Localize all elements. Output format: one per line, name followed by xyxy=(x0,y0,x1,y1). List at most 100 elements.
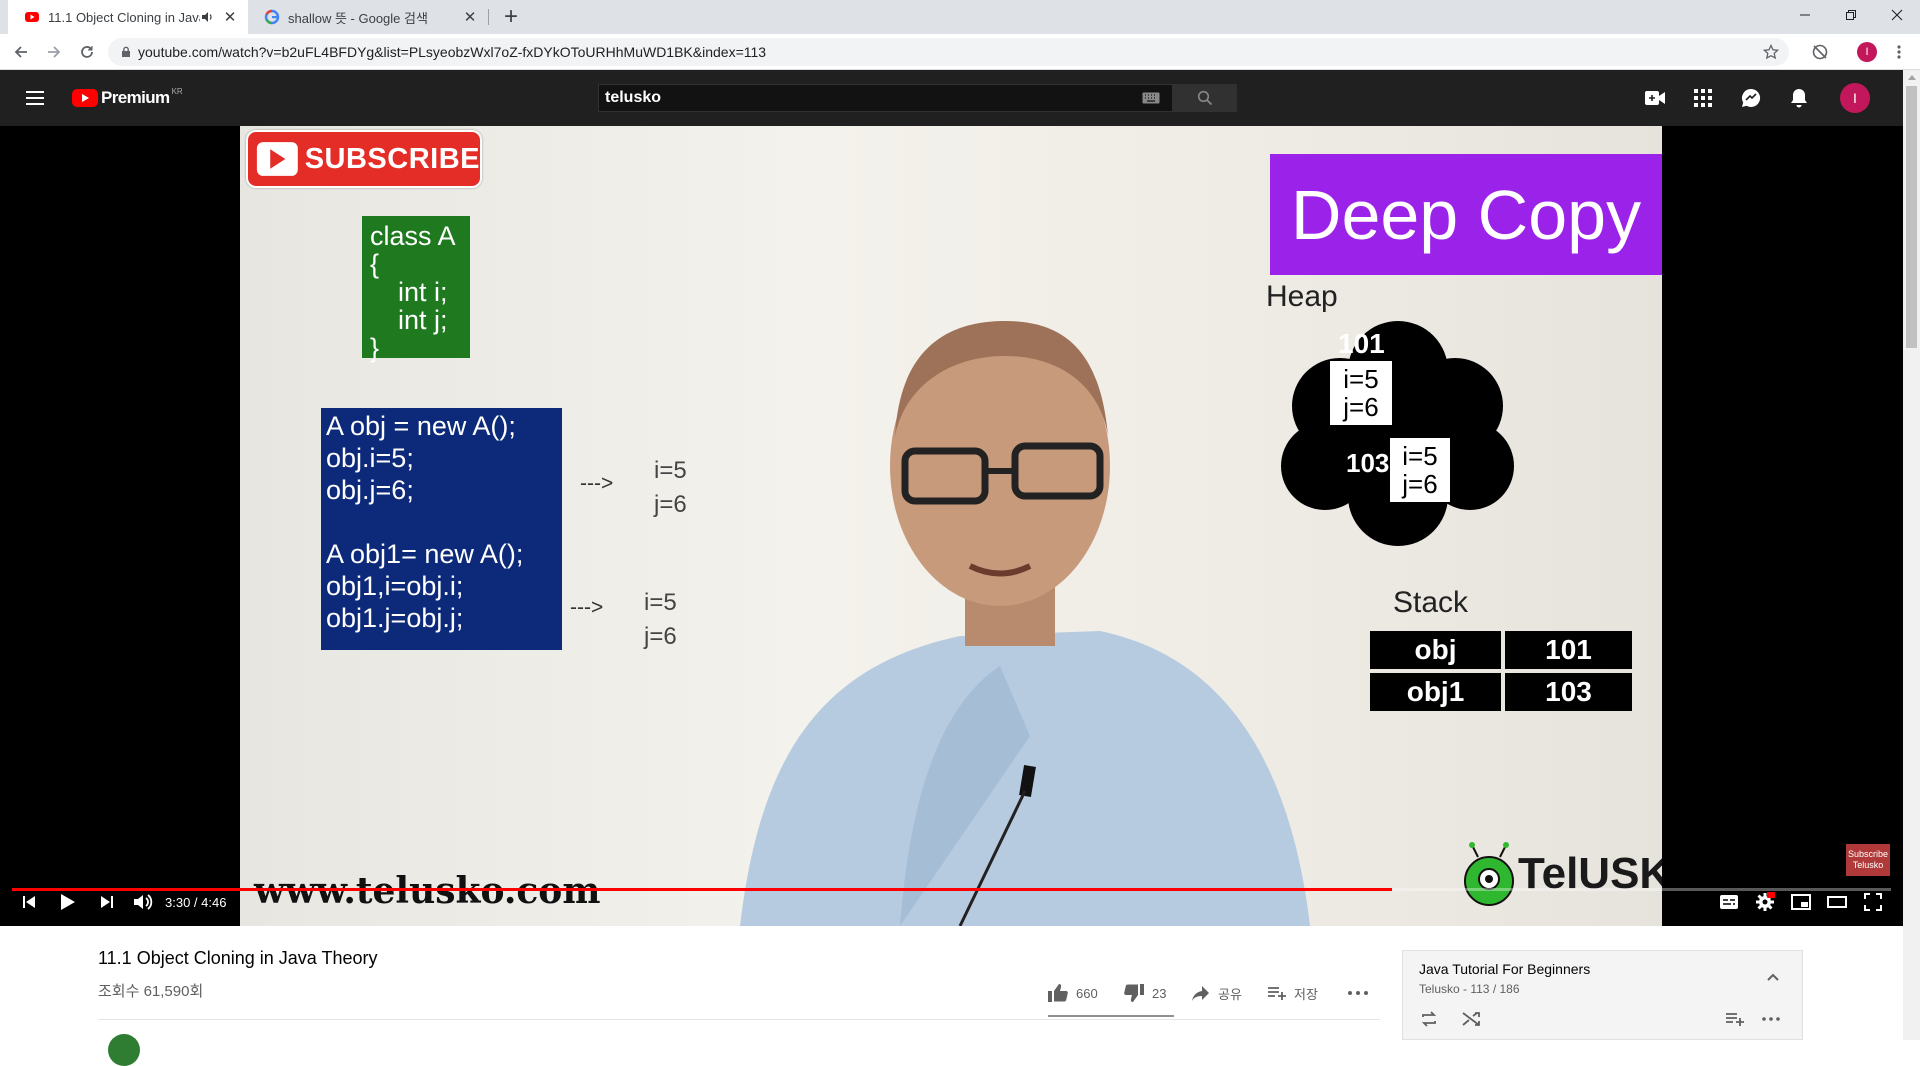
play-button[interactable] xyxy=(52,878,84,926)
heap-address-101: 101 xyxy=(1338,328,1385,359)
save-playlist-button[interactable] xyxy=(1723,1007,1747,1031)
previous-button[interactable] xyxy=(14,878,44,926)
save-button[interactable]: 저장 xyxy=(1268,980,1318,1006)
value-line: i=5 xyxy=(644,589,677,616)
mute-button[interactable] xyxy=(128,878,158,926)
stack-row: obj 101 xyxy=(1370,631,1632,669)
code-class-box: class A { int i; int j; } xyxy=(362,216,470,362)
volume-icon xyxy=(134,894,153,910)
code-line: obj1.j=obj.j; xyxy=(326,603,464,633)
miniplayer-button[interactable] xyxy=(1786,878,1816,926)
back-button[interactable] xyxy=(4,34,38,70)
url-text: youtube.com/watch?v=b2uFL4BFDYg&list=PLs… xyxy=(138,44,767,60)
scroll-up-button[interactable] xyxy=(1905,70,1918,84)
heap-value: j=6 xyxy=(1343,392,1379,422)
create-video-button[interactable] xyxy=(1641,84,1669,112)
logo-region: KR xyxy=(171,87,183,96)
watermark-line: Subscribe xyxy=(1847,849,1889,859)
profile-avatar[interactable]: I xyxy=(1857,42,1877,62)
next-button[interactable] xyxy=(92,878,122,926)
hamburger-icon xyxy=(26,91,44,105)
tab-google-search[interactable]: shallow 뜻 - Google 검색 ✕ xyxy=(248,0,488,34)
captions-button[interactable] xyxy=(1714,878,1744,926)
code-line: { xyxy=(370,249,380,279)
fullscreen-button[interactable] xyxy=(1858,878,1888,926)
close-window-button[interactable] xyxy=(1874,0,1920,30)
extension-button[interactable] xyxy=(1803,34,1837,70)
playlist-panel: Java Tutorial For Beginners Telusko - 11… xyxy=(1402,950,1803,1040)
restore-icon xyxy=(1846,10,1856,20)
shuffle-button[interactable] xyxy=(1459,1007,1483,1031)
guide-menu-button[interactable] xyxy=(21,84,49,112)
messages-button[interactable] xyxy=(1737,84,1765,112)
tab-youtube[interactable]: 11.1 Object Cloning in Java ✕ xyxy=(8,0,248,34)
forward-button[interactable] xyxy=(37,34,71,70)
collapse-playlist-button[interactable] xyxy=(1761,965,1785,989)
playlist-title[interactable]: Java Tutorial For Beginners xyxy=(1419,961,1590,977)
fullscreen-icon xyxy=(1864,893,1882,911)
video-title: 11.1 Object Cloning in Java Theory xyxy=(98,948,378,968)
settings-button[interactable] xyxy=(1750,878,1780,926)
like-button[interactable]: 660 xyxy=(1048,980,1098,1006)
tab-close-button[interactable]: ✕ xyxy=(220,8,240,26)
arrow-label: ---> xyxy=(580,472,614,495)
heap-object-box-2: i=5 j=6 xyxy=(1390,438,1450,502)
thumbs-up-icon xyxy=(1048,984,1068,1002)
scrollbar-thumb[interactable] xyxy=(1906,86,1917,348)
subscribe-text: SUBSCRIBE xyxy=(304,142,480,175)
theater-mode-button[interactable] xyxy=(1822,878,1852,926)
view-count: 조회수 61,590회 xyxy=(98,983,204,1000)
playlist-more-button[interactable] xyxy=(1759,1007,1783,1031)
video-frame[interactable]: SUBSCRIBE class A { int i; int j; } A ob… xyxy=(240,126,1662,926)
values-group-2: i=5 j=6 xyxy=(644,586,677,654)
address-bar[interactable]: youtube.com/watch?v=b2uFL4BFDYg&list=PLs… xyxy=(108,38,1789,66)
code-line: } xyxy=(370,333,380,363)
stack-ref: 101 xyxy=(1505,631,1632,669)
play-icon xyxy=(61,894,75,910)
search-box[interactable]: telusko xyxy=(598,84,1173,112)
value-line: j=6 xyxy=(644,623,677,650)
search-button[interactable] xyxy=(1173,84,1237,112)
search-input[interactable]: telusko xyxy=(605,89,1142,107)
more-actions-button[interactable] xyxy=(1348,980,1368,1006)
playlist-add-icon xyxy=(1726,1013,1744,1026)
heap-label: Heap xyxy=(1266,280,1338,313)
youtube-logo[interactable]: Premium KR xyxy=(72,87,183,109)
minimize-button[interactable] xyxy=(1782,0,1828,30)
apps-grid-icon xyxy=(1694,89,1712,107)
more-horizontal-icon xyxy=(1348,991,1368,995)
miniplayer-icon xyxy=(1791,894,1811,910)
reload-icon xyxy=(81,46,93,58)
heap-object-box-1: i=5 j=6 xyxy=(1330,361,1392,425)
values-group-1: i=5 j=6 xyxy=(654,454,687,522)
channel-avatar[interactable] xyxy=(108,1034,140,1066)
page-scrollbar[interactable] xyxy=(1903,70,1920,1040)
tab-title: shallow 뜻 - Google 검색 xyxy=(288,10,428,26)
star-icon[interactable] xyxy=(1763,44,1779,60)
subscribe-watermark[interactable]: Subscribe Telusko xyxy=(1846,844,1890,876)
dislike-button[interactable]: 23 xyxy=(1124,980,1166,1006)
loop-button[interactable] xyxy=(1417,1007,1441,1031)
share-label: 공유 xyxy=(1218,986,1242,1002)
share-button[interactable]: 공유 xyxy=(1192,980,1242,1006)
lock-icon xyxy=(122,46,130,57)
stack-label: Stack xyxy=(1393,586,1469,619)
youtube-logo-icon xyxy=(72,89,98,107)
stack-var: obj1 xyxy=(1370,673,1501,711)
tab-close-button[interactable]: ✕ xyxy=(460,8,480,26)
heap-address-103: 103 xyxy=(1346,448,1390,478)
notifications-button[interactable] xyxy=(1785,84,1813,112)
browser-menu-button[interactable] xyxy=(1882,34,1916,70)
stack-ref: 103 xyxy=(1505,673,1632,711)
logo-text: Premium xyxy=(101,88,170,107)
browser-tabstrip: 11.1 Object Cloning in Java ✕ shallow 뜻 … xyxy=(0,0,1920,34)
video-player[interactable]: SUBSCRIBE class A { int i; int j; } A ob… xyxy=(0,126,1903,926)
reload-button[interactable] xyxy=(70,34,104,70)
subscribe-badge: SUBSCRIBE xyxy=(246,130,482,188)
keyboard-icon[interactable] xyxy=(1142,92,1160,104)
new-tab-button[interactable]: + xyxy=(496,2,526,32)
apps-button[interactable] xyxy=(1689,84,1717,112)
restore-button[interactable] xyxy=(1828,0,1874,30)
account-avatar[interactable]: I xyxy=(1840,83,1870,113)
speaker-playing-icon[interactable] xyxy=(200,10,214,24)
